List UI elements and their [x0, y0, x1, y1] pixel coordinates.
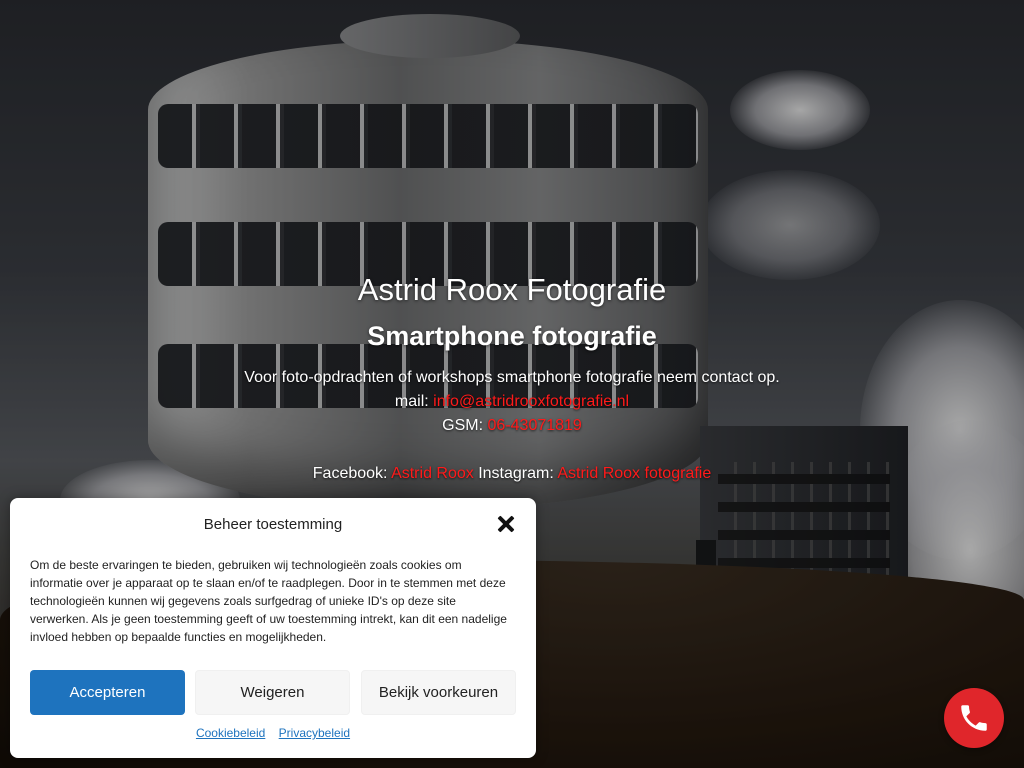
mail-link[interactable]: info@astridrooxfotografie.nl	[433, 393, 629, 410]
facebook-label: Facebook:	[312, 465, 392, 482]
contact-mail: mail: info@astridrooxfotografie.nl	[0, 390, 1024, 414]
instagram-link[interactable]: Astrid Roox fotografie	[557, 465, 711, 482]
gsm-label: GSM:	[442, 417, 488, 434]
close-icon[interactable]	[496, 514, 516, 534]
social-links: Facebook: Astrid Roox Instagram: Astrid …	[0, 462, 1024, 486]
view-preferences-button[interactable]: Bekijk voorkeuren	[361, 670, 516, 715]
gsm-link[interactable]: 06-43071819	[488, 417, 582, 434]
policy-links: Cookiebeleid Privacybeleid	[10, 726, 536, 740]
mail-label: mail:	[394, 393, 434, 410]
facebook-link[interactable]: Astrid Roox	[391, 465, 474, 482]
call-button[interactable]	[944, 688, 1004, 748]
cookie-policy-link[interactable]: Cookiebeleid	[196, 726, 265, 740]
deny-button[interactable]: Weigeren	[195, 670, 350, 715]
instagram-label: Instagram:	[473, 465, 558, 482]
site-subtitle: Smartphone fotografie	[367, 321, 657, 351]
contact-intro: Voor foto-opdrachten of workshops smartp…	[244, 369, 780, 386]
privacy-policy-link[interactable]: Privacybeleid	[279, 726, 350, 740]
dialog-title: Beheer toestemming	[203, 516, 343, 533]
accept-button[interactable]: Accepteren	[30, 670, 185, 715]
dialog-body-text: Om de beste ervaringen te bieden, gebrui…	[30, 558, 507, 644]
contact-gsm: GSM: 06-43071819	[0, 414, 1024, 438]
site-title: Astrid Roox Fotografie	[357, 272, 667, 307]
cookie-consent-dialog: Beheer toestemming Om de beste ervaringe…	[10, 498, 536, 758]
phone-icon	[961, 705, 987, 731]
hero-section: Astrid Roox Fotografie Smartphone fotogr…	[0, 270, 1024, 486]
